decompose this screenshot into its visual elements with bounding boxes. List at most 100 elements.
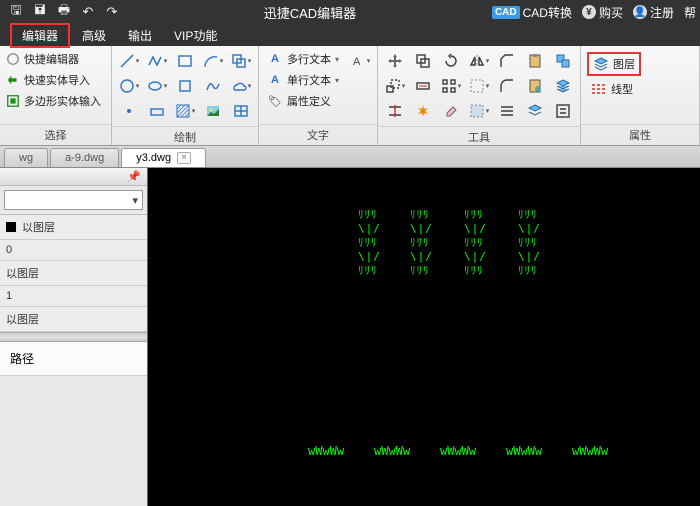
chamfer-tool-icon[interactable] <box>496 50 518 72</box>
line-tool-icon[interactable] <box>118 50 140 72</box>
insert-tool-icon[interactable] <box>230 50 252 72</box>
undo-icon[interactable]: ↶ <box>80 4 96 20</box>
paste-special-tool-icon[interactable] <box>524 75 546 97</box>
copy-tool-icon[interactable] <box>412 50 434 72</box>
side-panel: 📌 ▾ 以图层 0 以图层 1 以图层 路径 <box>0 168 148 506</box>
grass-block: wWwWw <box>572 444 608 458</box>
cloud-tool-icon[interactable] <box>230 75 252 97</box>
document-tabs: wg a-9.dwg y3.dwg× <box>0 146 700 168</box>
erase-tool-icon[interactable] <box>440 100 462 122</box>
menu-bar: 编辑器 高级 输出 VIP功能 <box>0 24 700 46</box>
multiline-text-button[interactable]: A多行文本▾ <box>265 50 341 68</box>
help-button[interactable]: 帮 <box>684 4 696 21</box>
rotate-tool-icon[interactable] <box>440 50 462 72</box>
buy-button[interactable]: ¥购买 <box>582 4 623 21</box>
yen-icon: ¥ <box>582 5 596 19</box>
ribbon-group-select: 快捷编辑器 快速实体导入 多边形实体输入 选择 <box>0 46 112 145</box>
app-title: 迅捷CAD编辑器 <box>128 3 492 22</box>
close-icon[interactable]: × <box>177 152 191 164</box>
hatch-tool-icon[interactable] <box>174 100 196 122</box>
panel-dropdown[interactable]: ▾ <box>4 190 143 210</box>
ribbon-group-draw: 绘制 <box>112 46 259 145</box>
path-label: 路径 <box>0 342 147 376</box>
offset-tool-icon[interactable] <box>496 100 518 122</box>
ribbon-label-select: 选择 <box>0 124 111 145</box>
grass-block: wWwWw <box>506 444 542 458</box>
list-item[interactable]: 以图层 <box>0 215 147 240</box>
list-item[interactable]: 以图层 <box>0 261 147 286</box>
ellipse-tool-icon[interactable] <box>146 75 168 97</box>
menu-advanced[interactable]: 高级 <box>72 25 116 46</box>
list-item[interactable]: 1 <box>0 286 147 307</box>
doc-tab-0[interactable]: wg <box>4 148 48 167</box>
properties-tool-icon[interactable] <box>552 100 574 122</box>
scale-tool-icon[interactable] <box>384 75 406 97</box>
circle-tool-icon[interactable] <box>118 75 140 97</box>
attrdef-button[interactable]: 🏷属性定义 <box>265 92 341 110</box>
multiline-icon: A <box>267 51 283 67</box>
paste-tool-icon[interactable] <box>524 50 546 72</box>
save-as-icon[interactable]: 🖬 <box>32 4 48 20</box>
doc-tab-1[interactable]: a-9.dwg <box>50 148 119 167</box>
explode-tool-icon[interactable] <box>412 100 434 122</box>
svg-text:A: A <box>353 56 361 68</box>
table-tool-icon[interactable] <box>230 100 252 122</box>
properties-list: 以图层 0 以图层 1 以图层 <box>0 214 147 332</box>
drawing-canvas[interactable]: ﾘﾘﾘ \|/ ﾘﾘﾘ \|/ ﾘﾘﾘ ﾘﾘﾘ \|/ ﾘﾘﾘ \|/ ﾘﾘﾘ … <box>148 168 700 506</box>
pin-icon[interactable]: 📌 <box>127 170 141 183</box>
vegetation-block: ﾘﾘﾘ \|/ ﾘﾘﾘ \|/ ﾘﾘﾘ <box>358 208 381 278</box>
list-item[interactable]: 0 <box>0 240 147 261</box>
menu-editor[interactable]: 编辑器 <box>10 23 70 48</box>
select-all-tool-icon[interactable] <box>468 100 490 122</box>
grass-block: wWwWw <box>440 444 476 458</box>
linetype-icon <box>591 82 607 96</box>
quick-import-button[interactable]: 快速实体导入 <box>6 71 101 89</box>
stretch-tool-icon[interactable] <box>412 75 434 97</box>
quick-access-toolbar: 🖫 🖬 🖶 ↶ ↷ <box>0 4 128 20</box>
array-tool-icon[interactable] <box>440 75 462 97</box>
quick-editor-button[interactable]: 快捷编辑器 <box>6 50 101 68</box>
square-tool-icon[interactable] <box>174 75 196 97</box>
ribbon-label-text: 文字 <box>259 124 377 145</box>
user-icon: 👤 <box>633 5 647 19</box>
workspace: 📌 ▾ 以图层 0 以图层 1 以图层 路径 ﾘﾘﾘ \|/ ﾘﾘﾘ \|/ ﾘ… <box>0 168 700 506</box>
ribbon: 快捷编辑器 快速实体导入 多边形实体输入 选择 <box>0 46 700 146</box>
doc-tab-2[interactable]: y3.dwg× <box>121 148 206 167</box>
polyline-tool-icon[interactable] <box>146 50 168 72</box>
ribbon-label-draw: 绘制 <box>112 126 258 147</box>
vegetation-block: ﾘﾘﾘ \|/ ﾘﾘﾘ \|/ ﾘﾘﾘ <box>464 208 487 278</box>
trim-tool-icon[interactable] <box>384 100 406 122</box>
panel-splitter[interactable] <box>0 332 147 342</box>
list-item[interactable]: 以图层 <box>0 307 147 332</box>
redo-icon[interactable]: ↷ <box>104 4 120 20</box>
save-icon[interactable]: 🖫 <box>8 4 24 20</box>
rect-tool-icon[interactable] <box>174 50 196 72</box>
spline-tool-icon[interactable] <box>202 75 224 97</box>
layer-manage-icon[interactable] <box>524 100 546 122</box>
arc-tool-icon[interactable] <box>202 50 224 72</box>
select-rect-tool-icon[interactable] <box>468 75 490 97</box>
register-button[interactable]: 👤注册 <box>633 4 674 21</box>
panel-header: 📌 <box>0 168 147 186</box>
linetype-button[interactable]: 线型 <box>587 79 641 99</box>
block-tool-icon[interactable] <box>552 50 574 72</box>
layer-tool-icon[interactable] <box>552 75 574 97</box>
point-tool-icon[interactable] <box>118 100 140 122</box>
fillet-tool-icon[interactable] <box>496 75 518 97</box>
color-swatch-icon <box>6 222 16 232</box>
mirror-tool-icon[interactable] <box>468 50 490 72</box>
cad-convert-button[interactable]: CADCAD转换 <box>492 4 572 21</box>
menu-vip[interactable]: VIP功能 <box>164 25 227 46</box>
polygon-import-button[interactable]: 多边形实体输入 <box>6 92 101 110</box>
singleline-icon: A <box>267 72 283 88</box>
image-tool-icon[interactable] <box>202 100 224 122</box>
region-tool-icon[interactable] <box>146 100 168 122</box>
singleline-text-button[interactable]: A单行文本▾ <box>265 71 341 89</box>
print-icon[interactable]: 🖶 <box>56 4 72 20</box>
menu-output[interactable]: 输出 <box>118 25 162 46</box>
ribbon-group-tools: 工具 <box>378 46 581 145</box>
move-tool-icon[interactable] <box>384 50 406 72</box>
layer-button[interactable]: 图层 <box>587 52 641 76</box>
text-style-icon[interactable]: A <box>349 50 371 72</box>
vegetation-block: ﾘﾘﾘ \|/ ﾘﾘﾘ \|/ ﾘﾘﾘ <box>410 208 433 278</box>
